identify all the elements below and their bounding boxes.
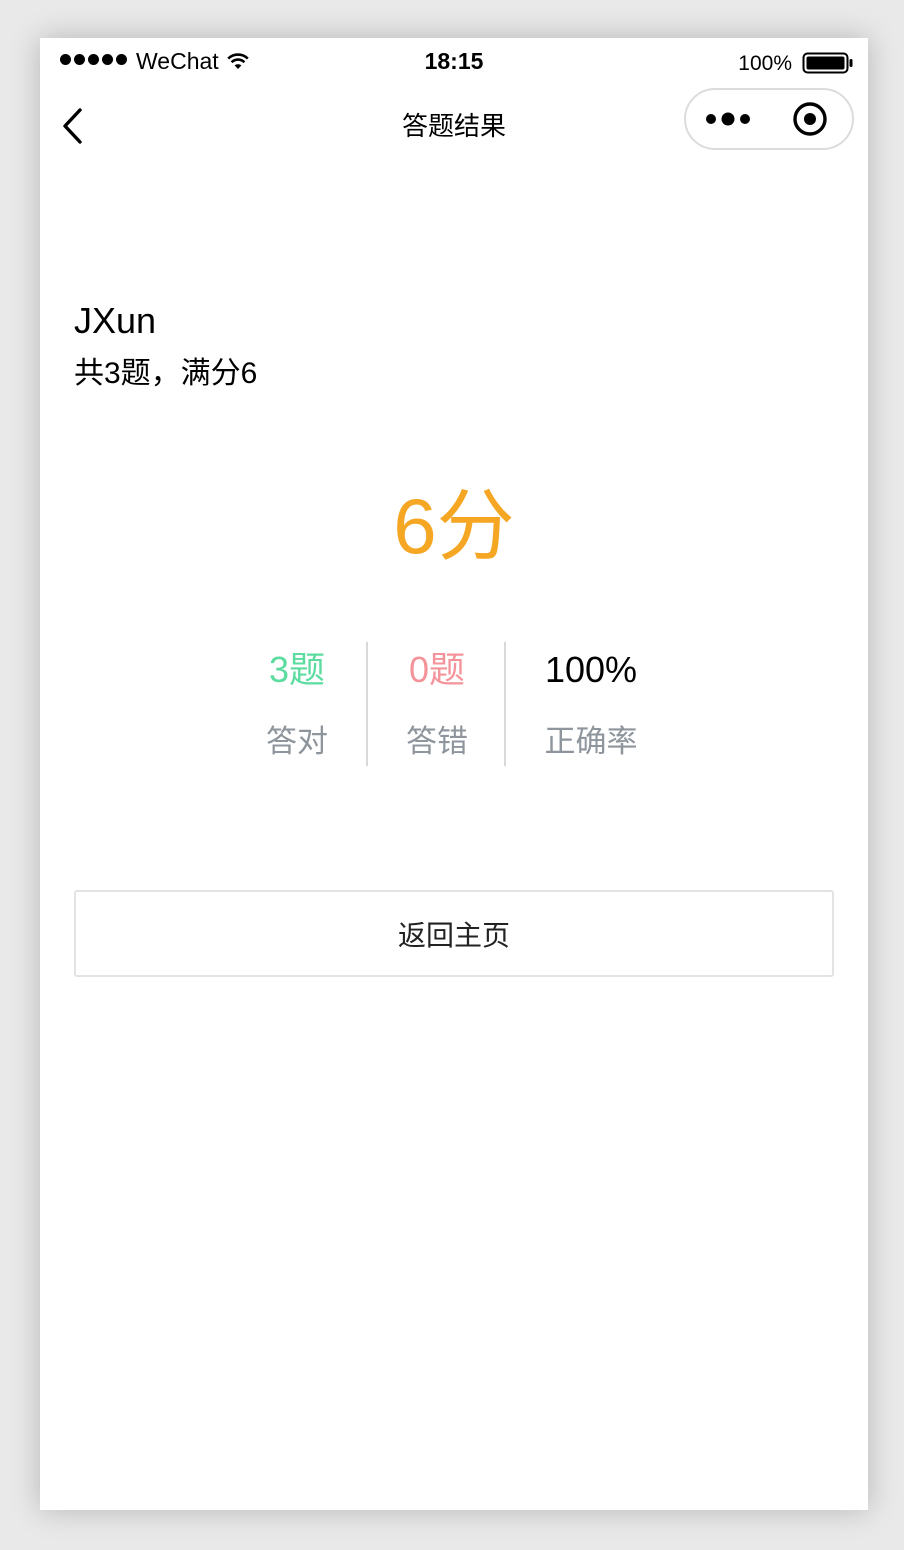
return-home-button[interactable]: 返回主页 — [74, 890, 834, 977]
more-button[interactable] — [686, 90, 770, 148]
stat-wrong: 0题 答错 — [366, 642, 506, 766]
quiz-summary: 共3题，满分6 — [74, 357, 258, 390]
battery-icon — [802, 52, 854, 79]
correct-label: 答对 — [266, 724, 328, 759]
stat-correct: 3题 答对 — [228, 642, 366, 766]
accuracy-label: 正确率 — [544, 724, 638, 759]
wrong-count: 0题 — [408, 649, 466, 690]
status-bar: WeChat 18:15 100% — [40, 38, 868, 84]
stats-panel: 3题 答对 0题 答错 100% 正确率 — [228, 642, 688, 766]
correct-count: 3题 — [268, 649, 326, 690]
close-target-icon — [793, 102, 827, 136]
stat-accuracy: 100% 正确率 — [504, 642, 676, 766]
close-button[interactable] — [768, 90, 852, 148]
more-dots-icon — [706, 112, 750, 126]
navigation-bar: 答题结果 — [40, 84, 868, 170]
wrong-label: 答错 — [406, 724, 468, 759]
accuracy-rate: 100% — [544, 649, 638, 690]
battery-percent: 100% — [738, 52, 792, 75]
score-value: 6分 — [393, 482, 515, 570]
mini-program-capsule — [684, 88, 854, 150]
phone-screen: WeChat 18:15 100% 答题结果 JXun 共3题，满分6 6分 3… — [40, 38, 868, 1510]
user-name: JXun — [74, 300, 157, 341]
